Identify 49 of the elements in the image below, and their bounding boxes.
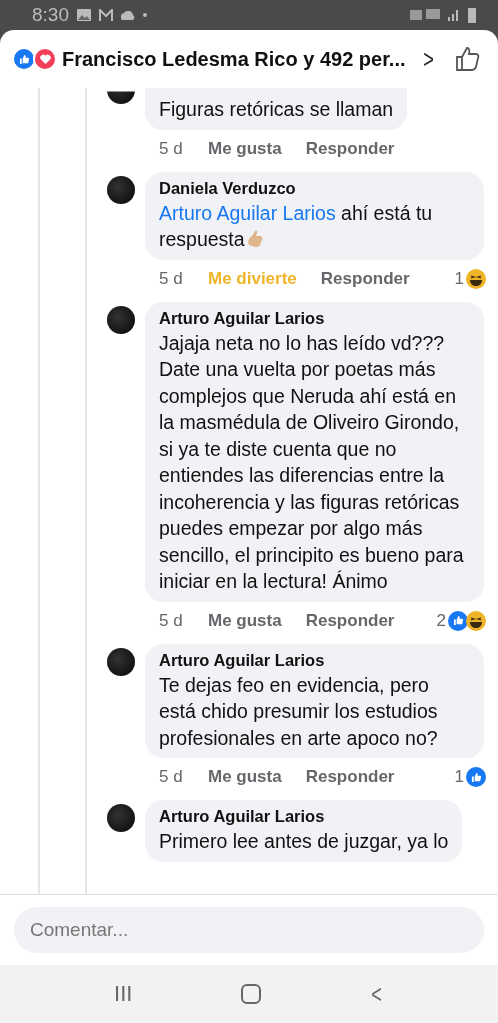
like-reaction-icon: [12, 47, 36, 71]
mention-link[interactable]: Arturo Aguilar Larios: [159, 201, 336, 224]
reaction-count: 1: [454, 767, 464, 787]
reaction-count: 1: [454, 268, 464, 289]
network-icon: [410, 9, 440, 21]
comment-author[interactable]: Arturo Aguilar Larios: [159, 807, 449, 826]
battery-icon: [468, 7, 476, 23]
comment-time: 5 d: [159, 767, 184, 787]
react-link[interactable]: Me gusta: [208, 767, 282, 787]
avatar-icon[interactable]: [107, 175, 135, 204]
like-reaction-icon: [466, 767, 486, 787]
avatar-icon[interactable]: [107, 305, 135, 334]
reply-link[interactable]: Responder: [305, 767, 395, 787]
comment-time: 5 d: [159, 268, 184, 289]
reply-link[interactable]: Responder: [320, 268, 410, 289]
react-link[interactable]: Me gusta: [208, 610, 282, 631]
status-time: 8:30: [32, 4, 69, 26]
comment-author[interactable]: Daniela Verduzco: [159, 178, 470, 198]
comment-text: Jajaja neta no lo has leído vd??? Date una vuelta por poetas más complejos que Neruda ahí está en la masmédula de Oliveiro Girondo, si ya te diste cuenta que no entiendes las diferencias entre la incoherencia y las figuras retóricas puedes empezar por algo más sencillo, el principito es bueno para iniciar en la lectura! Ánimo: [159, 330, 465, 594]
avatar-icon[interactable]: [107, 804, 135, 832]
recents-button[interactable]: III: [114, 981, 133, 1007]
comment-author[interactable]: Arturo Aguilar Larios: [159, 650, 470, 670]
dot-icon: [143, 13, 147, 17]
comment-text: Arturo Aguilar Larios ahí está tu respuesta: [159, 200, 434, 252]
chevron-icon[interactable]: >: [423, 43, 434, 75]
like-reaction-icon: [448, 610, 468, 631]
comment-time: 5 d: [159, 138, 184, 159]
react-link[interactable]: Me gusta: [208, 138, 282, 159]
home-button[interactable]: [240, 984, 261, 1004]
heart-reaction-icon: [33, 47, 57, 71]
mail-icon: [99, 9, 113, 21]
image-icon: [77, 9, 91, 21]
signal-icon: [448, 9, 460, 21]
reply-link[interactable]: Responder: [305, 610, 395, 631]
comment-author[interactable]: Arturo Aguilar Larios: [159, 308, 470, 328]
comment-text: Primero lee antes de juzgar, ya lo: [159, 829, 449, 854]
reaction-count: 2: [436, 610, 446, 631]
avatar-icon[interactable]: [107, 647, 135, 676]
reply-link[interactable]: Responder: [305, 138, 395, 159]
comment-time: 5 d: [159, 610, 184, 631]
laughing-reaction-icon: [466, 610, 486, 631]
comment-text: Te dejas feo en evidencia, pero está chido presumir los estudios profesionales en arte apoco no?: [159, 672, 439, 751]
reactions-summary-link[interactable]: Francisco Ledesma Rico y 492 per...: [62, 47, 406, 71]
back-button[interactable]: <: [371, 978, 382, 1010]
laughing-reaction-icon: [466, 268, 486, 289]
like-icon[interactable]: [454, 45, 482, 73]
cloud-icon: [121, 10, 135, 20]
comment-field[interactable]: Comentar...: [14, 907, 484, 953]
comment-text: Figuras retóricas se llaman: [159, 97, 394, 122]
